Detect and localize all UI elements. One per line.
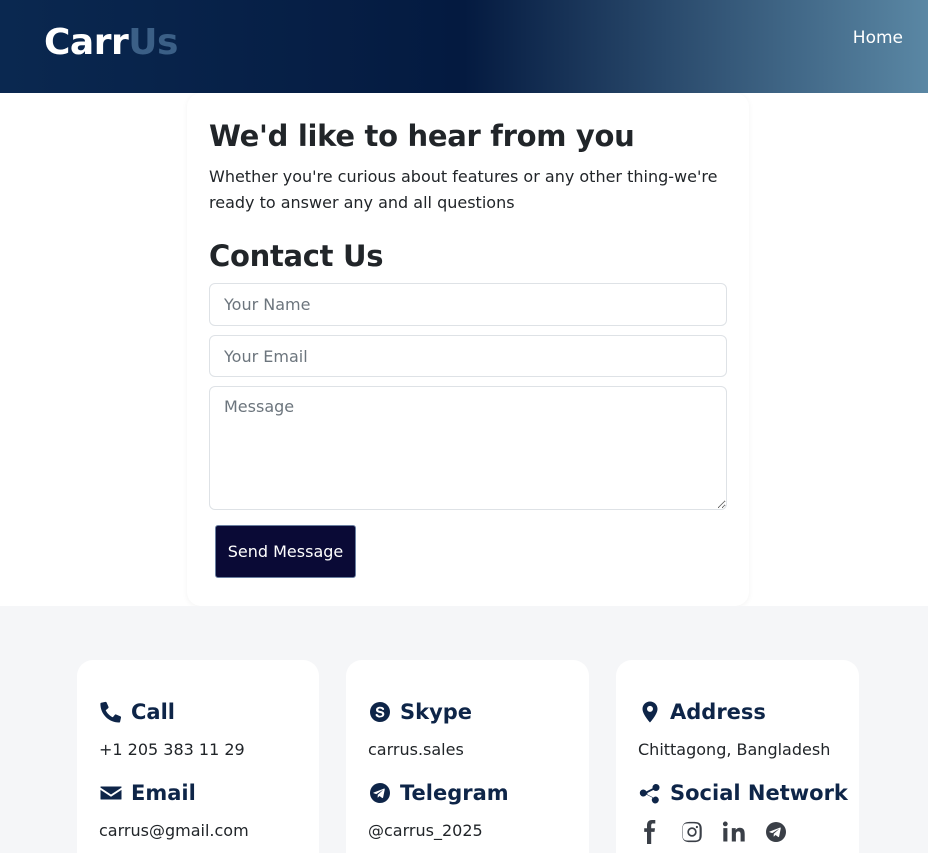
social-label: Social Network	[670, 781, 848, 805]
telegram-icon	[370, 783, 390, 803]
phone-icon	[100, 701, 122, 723]
email-heading: Email	[99, 781, 196, 805]
address-heading: Address	[638, 700, 766, 724]
address-label: Address	[670, 700, 766, 724]
brand-part-2: Us	[128, 22, 178, 63]
contact-card: We'd like to hear from you Whether you'r…	[187, 93, 749, 606]
contact-info-section: Call +1 205 383 11 29 Email carrus@gmail…	[0, 606, 928, 853]
navbar: CarrUs Home	[0, 0, 928, 93]
info-card-skype-telegram: Skype carrus.sales Telegram @carrus_2025	[346, 660, 589, 853]
info-card-address-social: Address Chittagong, Bangladesh Social Ne…	[616, 660, 859, 853]
envelope-icon	[100, 786, 122, 800]
hero-title: We'd like to hear from you	[209, 119, 635, 153]
info-card-call-email: Call +1 205 383 11 29 Email carrus@gmail…	[77, 660, 319, 853]
instagram-icon[interactable]	[680, 820, 704, 844]
social-heading: Social Network	[638, 781, 848, 805]
telegram-heading: Telegram	[368, 781, 509, 805]
email-input[interactable]	[209, 335, 727, 377]
call-heading: Call	[99, 700, 175, 724]
brand-part-1: Carr	[44, 22, 129, 63]
email-value[interactable]: carrus@gmail.com	[99, 821, 249, 840]
name-input[interactable]	[209, 283, 727, 326]
map-pin-icon	[642, 701, 658, 723]
call-value[interactable]: +1 205 383 11 29	[99, 740, 245, 759]
share-icon	[639, 784, 660, 804]
social-links	[638, 820, 788, 844]
email-label: Email	[131, 781, 196, 805]
message-textarea[interactable]	[209, 386, 727, 510]
telegram-value[interactable]: @carrus_2025	[368, 821, 483, 840]
linkedin-icon[interactable]	[722, 820, 746, 844]
call-label: Call	[131, 700, 175, 724]
skype-label: Skype	[400, 700, 473, 724]
nav-home-link[interactable]: Home	[853, 28, 903, 48]
skype-heading: Skype	[368, 700, 472, 724]
brand-logo[interactable]: CarrUs	[44, 22, 178, 63]
address-value: Chittagong, Bangladesh	[638, 740, 831, 759]
contact-title: Contact Us	[209, 239, 384, 273]
telegram-label: Telegram	[400, 781, 509, 805]
skype-icon	[370, 702, 390, 722]
facebook-icon[interactable]	[638, 820, 662, 844]
send-message-button[interactable]: Send Message	[215, 525, 356, 578]
hero-subtitle: Whether you're curious about features or…	[209, 167, 718, 212]
skype-value[interactable]: carrus.sales	[368, 740, 464, 759]
telegram-social-icon[interactable]	[764, 820, 788, 844]
